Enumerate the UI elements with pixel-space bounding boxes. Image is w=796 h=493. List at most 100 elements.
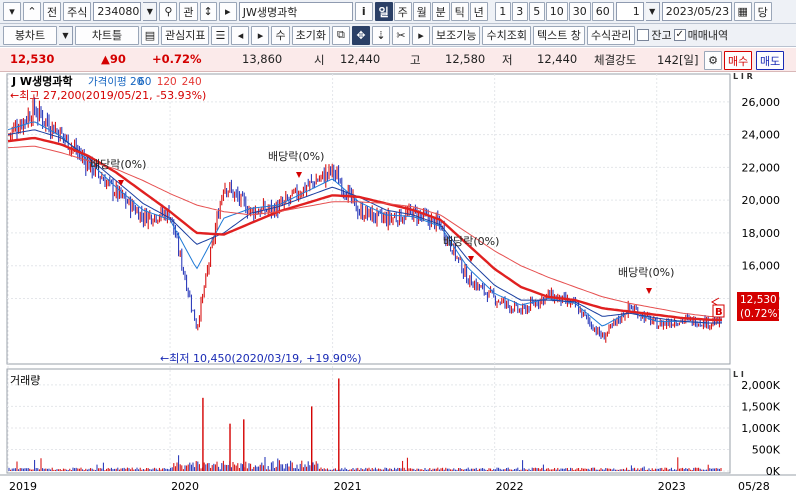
interval-button[interactable]: 30 [568,2,591,21]
main-toolbar: ▾ ⌃ 전 주식 234080 ▼ ⚲ 관 ↕ ▸ JW생명과학 i 일주월분틱… [0,0,796,24]
gear-icon[interactable]: ⚙ [704,51,722,70]
menu-button[interactable]: 관 [179,2,198,21]
scissors-icon[interactable]: ✂ [391,25,410,45]
interval-button[interactable]: 10 [545,2,568,21]
y-tick-label: 24,000 [742,129,781,142]
low-label: 저 [502,53,513,67]
b-marker-text: B [715,307,723,318]
trades-label: 매매내역 [687,29,729,42]
count-input[interactable]: 1 [615,2,644,21]
count-dropdown-icon[interactable]: ▼ [645,2,660,21]
expand-up-button[interactable]: ⌃ [23,2,41,21]
period-tab[interactable]: 월 [412,2,431,21]
sell-button[interactable]: 매도 [756,51,785,70]
high-label: 고 [410,53,421,67]
date-input[interactable]: 2023/05/23 [661,2,732,21]
chart-list-button[interactable]: 차트틀 [75,25,139,45]
balance-label: 잔고 [651,29,672,42]
sub-toolbar: 봉차트 ▼ 차트틀 ▤ 관심지표 ☰ ◂ ▸ 수 초기화 ⧉ ✥ ⇣ ✂ ▸ 보… [0,24,796,47]
volume-tick-label: 1,500K [741,400,780,413]
period-tab[interactable]: 주 [393,2,412,21]
interval-button[interactable]: 3 [511,2,528,21]
current-price: 12,530 [10,52,55,66]
min-price-note: ←최저 10,450(2020/03/19, +19.90%) [160,352,362,365]
price-change: ▲90 [101,52,126,66]
assist-button[interactable]: 보조기능 [431,25,481,45]
x-axis-labels: 2019 2020 2021 2022 2023 [9,480,686,493]
indicators-button[interactable]: 관심지표 [161,25,210,45]
interval-button[interactable]: 5 [528,2,545,21]
info-button[interactable]: i [354,2,373,21]
x-tick-label: 2020 [171,480,199,493]
save-icon[interactable]: ▤ [141,25,159,45]
volume-tick-label: 2,000K [741,379,780,392]
strength-value: 142[일] [657,53,699,67]
stock-code-input[interactable]: 234080 [93,2,142,21]
max-price-note: ←최고 27,200(2019/05/21, -53.93%) [10,89,206,102]
strength-label: 체결강도 [594,53,637,67]
lookup-button[interactable]: 수치조회 [482,25,531,45]
quote-bar: 12,530 ▲90 +0.72% 13,860 시 12,440 고 12,5… [0,48,796,72]
check-icon[interactable]: ✓ [673,29,686,41]
code-dropdown-icon[interactable]: ▼ [143,2,158,21]
chart-type-button[interactable]: 봉차트 [3,25,57,45]
y-tick-label: 20,000 [742,194,781,207]
arrow-icon[interactable]: ▸ [411,25,430,45]
market-all-button[interactable]: 전 [43,2,62,21]
x-tick-label: 2022 [496,480,524,493]
interval-button[interactable]: 1 [494,2,511,21]
move-icon[interactable]: ✥ [351,25,370,45]
balance-checkbox[interactable]: 잔고 [637,27,672,43]
search-icon[interactable]: ⚲ [159,2,178,21]
stock-name-field: JW생명과학 [238,2,353,21]
period-tab[interactable]: 틱 [450,2,469,21]
stock-chart[interactable]: 26,00024,00022,00020,00018,00016,00014,0… [0,72,796,493]
interval-button[interactable]: 60 [591,2,614,21]
compare-icon[interactable]: ▸ [218,2,237,21]
updown-button[interactable]: ↕ [199,2,217,21]
y-tick-label: 22,000 [742,161,781,174]
last-date-label: 05/28 [738,480,770,493]
dividend-label-2022: 배당락(0%) [618,266,674,279]
legend-item: 가격이평 20 [88,75,143,88]
y-tick-label: 26,000 [742,96,781,109]
volume-value: 13,860 [242,52,283,66]
low-value: 12,440 [537,52,578,66]
volume-tick-label: 0K [766,465,781,478]
formula-button[interactable]: 수식관리 [586,25,636,45]
interval-buttons: 1 3 5 10 30 60 [494,2,614,21]
current-price-tag-value: 12,530 [740,294,777,306]
buy-button[interactable]: 매수 [724,51,753,70]
pin-icon[interactable]: ⇣ [371,25,390,45]
chart-type-dropdown-icon[interactable]: ▼ [59,25,73,45]
price-y-axis: 26,00024,00022,00020,00018,00016,00014,0… [742,96,781,306]
current-price-tag-pct: (0.72%) [740,308,782,320]
balance-checkbox-box[interactable] [637,29,650,41]
dividend-label-2020: 배당락(0%) [268,150,324,163]
x-tick-label: 2021 [334,480,362,493]
volume-tick-label: 500K [752,443,781,456]
volume-tick-label: 1,000K [741,422,780,435]
y-tick-label: 18,000 [742,227,781,240]
window-icon[interactable]: ⧉ [331,25,350,45]
indicator-list-icon[interactable]: ☰ [211,25,230,45]
calendar-icon[interactable]: ▦ [733,2,752,21]
open-value: 12,440 [340,52,381,66]
current-button[interactable]: 당 [753,2,772,21]
asset-type-button[interactable]: 주식 [63,2,92,21]
text-window-button[interactable]: 텍스트 창 [532,25,585,45]
change-percent: +0.72% [152,52,202,66]
dividend-label-2021: 배당락(0%) [443,235,499,248]
prev-icon[interactable]: ◂ [231,25,250,45]
period-tab[interactable]: 일 [374,2,393,21]
corner-li-label: L I [733,370,744,379]
ma-legend: 가격이평 2060 120 240 [88,75,202,88]
period-tab[interactable]: 년 [469,2,488,21]
collapse-button[interactable]: ▾ [3,2,21,21]
value-button[interactable]: 수 [271,25,290,45]
next-icon[interactable]: ▸ [251,25,270,45]
trades-checkbox[interactable]: ✓ 매매내역 [673,27,729,43]
reset-button[interactable]: 초기화 [291,25,330,45]
period-tabs: 일주월분틱년 [374,2,488,21]
period-tab[interactable]: 분 [431,2,450,21]
